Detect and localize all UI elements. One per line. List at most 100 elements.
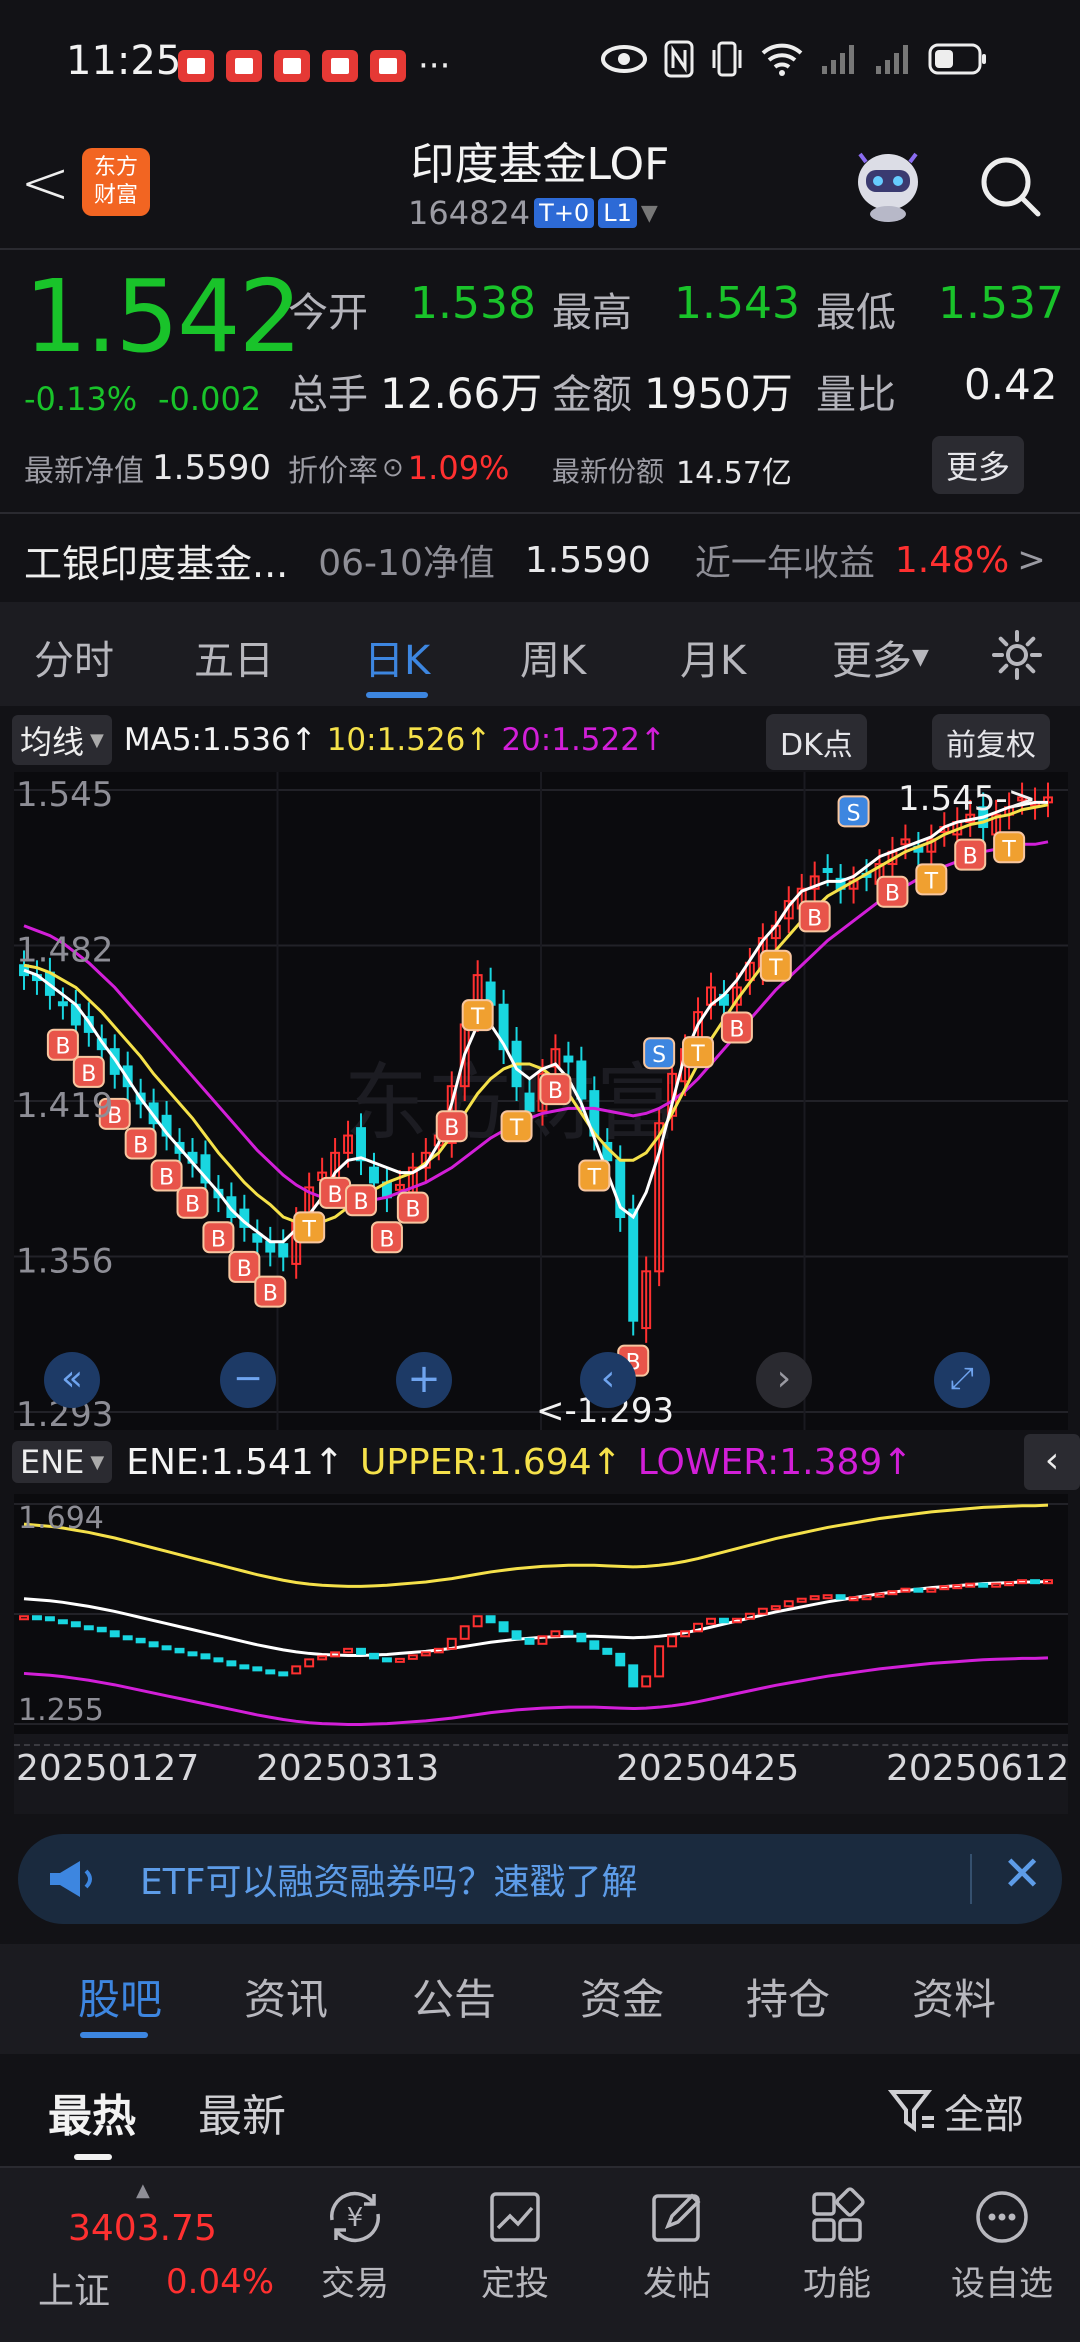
ene-candle	[70, 1621, 81, 1628]
nav-functions[interactable]: 功能	[782, 2186, 892, 2305]
nav-post[interactable]: 发帖	[622, 2186, 732, 2305]
header-divider	[0, 248, 1080, 250]
ene-candle	[174, 1647, 185, 1654]
close-icon[interactable]: ✕	[1002, 1846, 1042, 1902]
tab-intraday[interactable]: 分时	[34, 628, 114, 686]
change-percent: -0.13%	[24, 380, 138, 418]
tab-hottest[interactable]: 最热	[48, 2080, 136, 2144]
trade-marker-label: T	[690, 1042, 705, 1067]
nav-functions-label: 功能	[803, 2264, 871, 2304]
zoom-in-button[interactable]: +	[396, 1352, 452, 1408]
dk-point-button[interactable]: DK点	[766, 714, 867, 770]
nav-add-watchlist[interactable]: 设自选	[942, 2186, 1062, 2305]
trade-marker-label: B	[444, 1116, 459, 1141]
index-value[interactable]: 3403.75	[68, 2208, 217, 2249]
signal-icon	[822, 45, 854, 74]
trade-marker-label: B	[159, 1166, 174, 1191]
app-header: < 东方 财富 印度基金LOF 164824 T+0 L1 ▼	[0, 120, 1080, 248]
scroll-right-button[interactable]: ›	[756, 1352, 812, 1408]
caret-down-icon: ▼	[90, 1451, 105, 1473]
ene-candle	[109, 1630, 120, 1638]
ene-candle	[226, 1660, 237, 1667]
x-label: 20250612	[886, 1748, 1070, 1789]
ene-candle	[835, 1594, 846, 1600]
ene-bar: ENE ▼ ENE:1.541↑ UPPER:1.694↑ LOWER:1.38…	[12, 1436, 913, 1488]
robot-avatar-icon[interactable]	[846, 142, 930, 226]
scroll-left-button[interactable]: ‹	[580, 1352, 636, 1408]
fund-info-row[interactable]: 工银印度基金... 06-10净值 1.5590 近一年收益 1.48% >	[24, 532, 1064, 588]
ene-candle	[602, 1647, 613, 1655]
trade-marker-label: B	[405, 1198, 420, 1223]
filter-label: 全部	[944, 2092, 1024, 2138]
collapse-panel-button[interactable]: ‹	[1024, 1434, 1080, 1490]
section-tab-indicator	[80, 2032, 148, 2038]
more-notifications-indicator: ···	[418, 46, 451, 86]
promo-banner[interactable]: ETF可以融资融券吗？速戳了解 ✕	[18, 1834, 1062, 1924]
discount-label: 折价率	[288, 454, 378, 489]
ene-candle	[589, 1640, 600, 1650]
t0-badge: T+0	[534, 198, 595, 228]
trade-marker-label: T	[587, 1166, 602, 1191]
candle-body	[356, 1127, 366, 1162]
ene-candle	[200, 1653, 211, 1660]
info-icon[interactable]: ⊙	[382, 453, 404, 483]
x-axis-ticks	[14, 1734, 1068, 1746]
adjust-button[interactable]: 前复权	[932, 714, 1050, 770]
settings-gear-icon[interactable]	[990, 628, 1044, 682]
tab-forum[interactable]: 股吧	[78, 1966, 162, 2027]
more-button[interactable]: 更多	[932, 436, 1025, 494]
caret-down-icon: ▼	[912, 644, 929, 670]
zoom-out-button[interactable]: −	[220, 1352, 276, 1408]
tab-more[interactable]: 更多 ▼	[832, 628, 929, 686]
nav-value: 1.5590	[152, 448, 271, 488]
candle-body	[57, 1001, 68, 1007]
trade-marker-label: T	[509, 1116, 524, 1141]
tab-latest[interactable]: 最新	[198, 2080, 286, 2144]
grid-apps-icon	[812, 2187, 865, 2242]
app-notification-icon	[274, 50, 310, 82]
tab-five-day[interactable]: 五日	[194, 628, 274, 686]
ene-indicator-chart[interactable]: 1.694 1.255	[14, 1494, 1068, 1734]
ma20-value: 20:1.522↑	[501, 722, 666, 758]
nav-trade-label: 交易	[321, 2264, 389, 2304]
discount-row: 折价率 ⊙ 1.09%	[288, 446, 509, 490]
trade-marker-label: B	[185, 1193, 200, 1218]
candle-body	[576, 1060, 587, 1100]
low-label: 最低	[816, 290, 896, 336]
battery-icon	[928, 43, 986, 75]
chart-frame-icon	[490, 2192, 540, 2242]
system-icons	[600, 40, 988, 78]
tab-announcements[interactable]: 公告	[412, 1966, 496, 2027]
search-icon[interactable]	[976, 152, 1046, 222]
nav-invest-plan[interactable]: 定投	[460, 2186, 570, 2305]
tab-news[interactable]: 资讯	[244, 1966, 328, 2027]
filter-button[interactable]: 全部	[888, 2082, 1024, 2140]
tab-monthly-k[interactable]: 月K	[680, 628, 746, 686]
tab-holdings[interactable]: 持仓	[746, 1966, 830, 2027]
sub-tab-indicator	[74, 2154, 112, 2160]
high-marker-label: 1.545->	[898, 779, 1036, 819]
eye-icon	[601, 45, 647, 73]
tab-capital[interactable]: 资金	[580, 1966, 664, 2027]
change-amount: -0.002	[158, 380, 262, 418]
fund-code-row[interactable]: 164824 T+0 L1 ▼	[408, 194, 658, 232]
ma-selector[interactable]: 均线 ▼	[12, 715, 112, 765]
ene-candle	[511, 1630, 522, 1640]
trade-marker-label: B	[237, 1257, 252, 1282]
yield-label: 近一年收益	[694, 543, 875, 584]
nav-trade[interactable]: ¥ 交易	[300, 2186, 410, 2305]
trade-marker-label: T	[470, 1005, 485, 1030]
tab-weekly-k[interactable]: 周K	[520, 628, 586, 686]
ene-candle	[31, 1615, 42, 1621]
indicator-selector[interactable]: ENE ▼	[12, 1441, 113, 1483]
tab-profile[interactable]: 资料	[912, 1966, 996, 2027]
tab-daily-k[interactable]: 日K	[364, 628, 430, 686]
active-tab-indicator	[366, 692, 428, 698]
ene-candle	[563, 1630, 574, 1636]
candlestick-chart[interactable]: 东方财富 BBBBBBBBBTB BBBBTTBTBS TBTBSB TB T 1.54…	[14, 772, 1068, 1430]
status-time: 11:25	[66, 38, 182, 84]
scroll-left-double-button[interactable]: «	[44, 1352, 100, 1408]
fullscreen-button[interactable]: ⤢	[934, 1352, 990, 1408]
high-label: 最高	[552, 290, 632, 336]
chart-tab-bar: 分时 五日 日K 周K 月K 更多 ▼	[0, 602, 1080, 706]
